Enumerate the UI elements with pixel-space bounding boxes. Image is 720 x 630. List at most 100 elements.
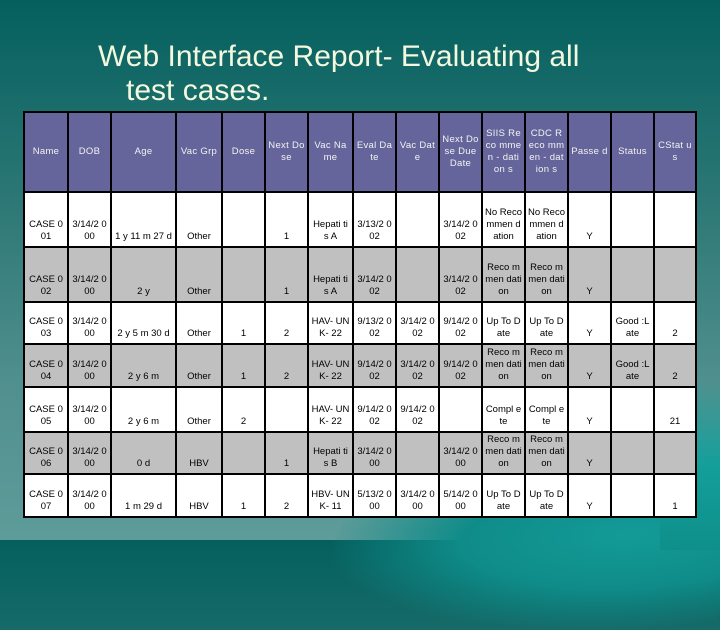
- cell-siis-recommendations: Reco mmen dation: [481, 431, 526, 475]
- table-row[interactable]: CASE 001 3/14/2 000 1 y 11 m 27 d Other 1 Hep…: [23, 191, 697, 248]
- cell-age: 1 m 29 d: [110, 473, 177, 518]
- column-header-next-dose[interactable]: Next Dose: [264, 111, 309, 193]
- cell-vac-date: 3/14/2 002: [395, 301, 440, 345]
- cell-next-dose-due-date: 9/14/2 002: [438, 301, 483, 345]
- test-case-report-table: Name DOB Age Vac Grp Dose Next Dose Vac …: [23, 111, 697, 518]
- cell-siis-recommendations: Up To Date: [481, 473, 526, 518]
- cell-eval-date: 3/14/2 000: [352, 431, 397, 475]
- cell-vac-name: Hepati tis A: [307, 191, 354, 248]
- cell-vac-grp: HBV: [175, 473, 223, 518]
- cell-dose: 1: [221, 301, 266, 345]
- cell-status: [610, 191, 655, 248]
- table-row[interactable]: CASE 005 3/14/2 000 2 y 6 m Other 2 HAV- UNK-…: [23, 386, 697, 433]
- cell-vac-date: [395, 431, 440, 475]
- cell-cstatus: [653, 246, 697, 303]
- column-header-dob[interactable]: DOB: [67, 111, 112, 193]
- cell-next-dose-due-date: 5/14/2 000: [438, 473, 483, 518]
- cell-age: 2 y 6 m: [110, 386, 177, 433]
- cell-next-dose-due-date: 3/14/2 000: [438, 431, 483, 475]
- table-row[interactable]: CASE 003 3/14/2 000 2 y 5 m 30 d Other 1 2 HAV…: [23, 301, 697, 345]
- cell-age: 2 y: [110, 246, 177, 303]
- cell-dose: 1: [221, 473, 266, 518]
- cell-age: 2 y 6 m: [110, 343, 177, 388]
- cell-cdc-recommendations: Reco mmen dation: [524, 343, 569, 388]
- cell-next-dose: 1: [264, 431, 309, 475]
- cell-vac-date: [395, 246, 440, 303]
- cell-dose: 1: [221, 343, 266, 388]
- cell-name: CASE 006: [23, 431, 69, 475]
- cell-dob: 3/14/2 000: [67, 191, 112, 248]
- cell-cdc-recommendations: Up To Date: [524, 473, 569, 518]
- table-row[interactable]: CASE 007 3/14/2 000 1 m 29 d HBV 1 2 HBV- UNK-…: [23, 473, 697, 518]
- cell-vac-date: 3/14/2 000: [395, 473, 440, 518]
- cell-dob: 3/14/2 000: [67, 431, 112, 475]
- table-row[interactable]: CASE 004 3/14/2 000 2 y 6 m Other 1 2 HAV- UNK…: [23, 343, 697, 388]
- column-header-siis-recommendations[interactable]: SIIS Reco mmen - dation s: [481, 111, 526, 193]
- cell-vac-name: HAV- UNK- 22: [307, 301, 354, 345]
- cell-eval-date: 3/13/2 002: [352, 191, 397, 248]
- column-header-vac-grp[interactable]: Vac Grp: [175, 111, 223, 193]
- cell-vac-grp: Other: [175, 246, 223, 303]
- cell-vac-name: HAV- UNK- 22: [307, 343, 354, 388]
- cell-passed: Y: [567, 431, 612, 475]
- header-row: Name DOB Age Vac Grp Dose Next Dose Vac …: [23, 111, 697, 193]
- column-header-passed[interactable]: Passe d: [567, 111, 612, 193]
- cell-eval-date: 9/13/2 002: [352, 301, 397, 345]
- title-line-2: test cases.: [126, 74, 270, 107]
- cell-status: Good :Late: [610, 343, 655, 388]
- cell-next-dose: 2: [264, 473, 309, 518]
- column-header-next-dose-due-date[interactable]: Next Dose Due Date: [438, 111, 483, 193]
- cell-siis-recommendations: Up To Date: [481, 301, 526, 345]
- cell-next-dose-due-date: 3/14/2 002: [438, 191, 483, 248]
- cell-dose: [221, 191, 266, 248]
- cell-siis-recommendations: Reco mmen dation: [481, 343, 526, 388]
- cell-status: [610, 386, 655, 433]
- column-header-age[interactable]: Age: [110, 111, 177, 193]
- cell-next-dose: 2: [264, 343, 309, 388]
- cell-eval-date: 5/13/2 000: [352, 473, 397, 518]
- cell-next-dose-due-date: 3/14/2 002: [438, 246, 483, 303]
- column-header-status[interactable]: Status: [610, 111, 655, 193]
- cell-vac-date: [395, 191, 440, 248]
- cell-next-dose: 2: [264, 301, 309, 345]
- cell-name: CASE 004: [23, 343, 69, 388]
- cell-status: [610, 473, 655, 518]
- cell-cstatus: [653, 431, 697, 475]
- cell-passed: Y: [567, 343, 612, 388]
- cell-vac-grp: Other: [175, 191, 223, 248]
- cell-dob: 3/14/2 000: [67, 301, 112, 345]
- cell-cstatus: 2: [653, 343, 697, 388]
- cell-eval-date: 3/14/2 002: [352, 246, 397, 303]
- cell-passed: Y: [567, 473, 612, 518]
- cell-passed: Y: [567, 246, 612, 303]
- column-header-cstatus[interactable]: CStat us: [653, 111, 697, 193]
- cell-dob: 3/14/2 000: [67, 473, 112, 518]
- cell-next-dose: 1: [264, 191, 309, 248]
- cell-vac-name: Hepati tis A: [307, 246, 354, 303]
- cell-dob: 3/14/2 000: [67, 343, 112, 388]
- cell-vac-name: HBV- UNK- 11: [307, 473, 354, 518]
- column-header-dose[interactable]: Dose: [221, 111, 266, 193]
- cell-vac-grp: Other: [175, 301, 223, 345]
- cell-cstatus: 1: [653, 473, 697, 518]
- cell-cdc-recommendations: Reco mmen dation: [524, 246, 569, 303]
- cell-name: CASE 002: [23, 246, 69, 303]
- column-header-eval-date[interactable]: Eval Date: [352, 111, 397, 193]
- cell-age: 2 y 5 m 30 d: [110, 301, 177, 345]
- cell-siis-recommendations: Reco mmen dation: [481, 246, 526, 303]
- table-row[interactable]: CASE 006 3/14/2 000 0 d HBV 1 Hepati tis B 3/1…: [23, 431, 697, 475]
- cell-age: 0 d: [110, 431, 177, 475]
- page-title: Web Interface Report- Evaluating all tes…: [98, 40, 658, 108]
- column-header-cdc-recommendations[interactable]: CDC Reco mmen - dation s: [524, 111, 569, 193]
- cell-cdc-recommendations: No Reco mmen dation: [524, 191, 569, 248]
- cell-dob: 3/14/2 000: [67, 386, 112, 433]
- cell-cstatus: [653, 191, 697, 248]
- cell-name: CASE 003: [23, 301, 69, 345]
- column-header-name[interactable]: Name: [23, 111, 69, 193]
- cell-dob: 3/14/2 000: [67, 246, 112, 303]
- table-row[interactable]: CASE 002 3/14/2 000 2 y Other 1 Hepati tis A3…: [23, 246, 697, 303]
- column-header-vac-date[interactable]: Vac Date: [395, 111, 440, 193]
- cell-dose: [221, 246, 266, 303]
- cell-siis-recommendations: No Reco mmen dation: [481, 191, 526, 248]
- column-header-vac-name[interactable]: Vac Name: [307, 111, 354, 193]
